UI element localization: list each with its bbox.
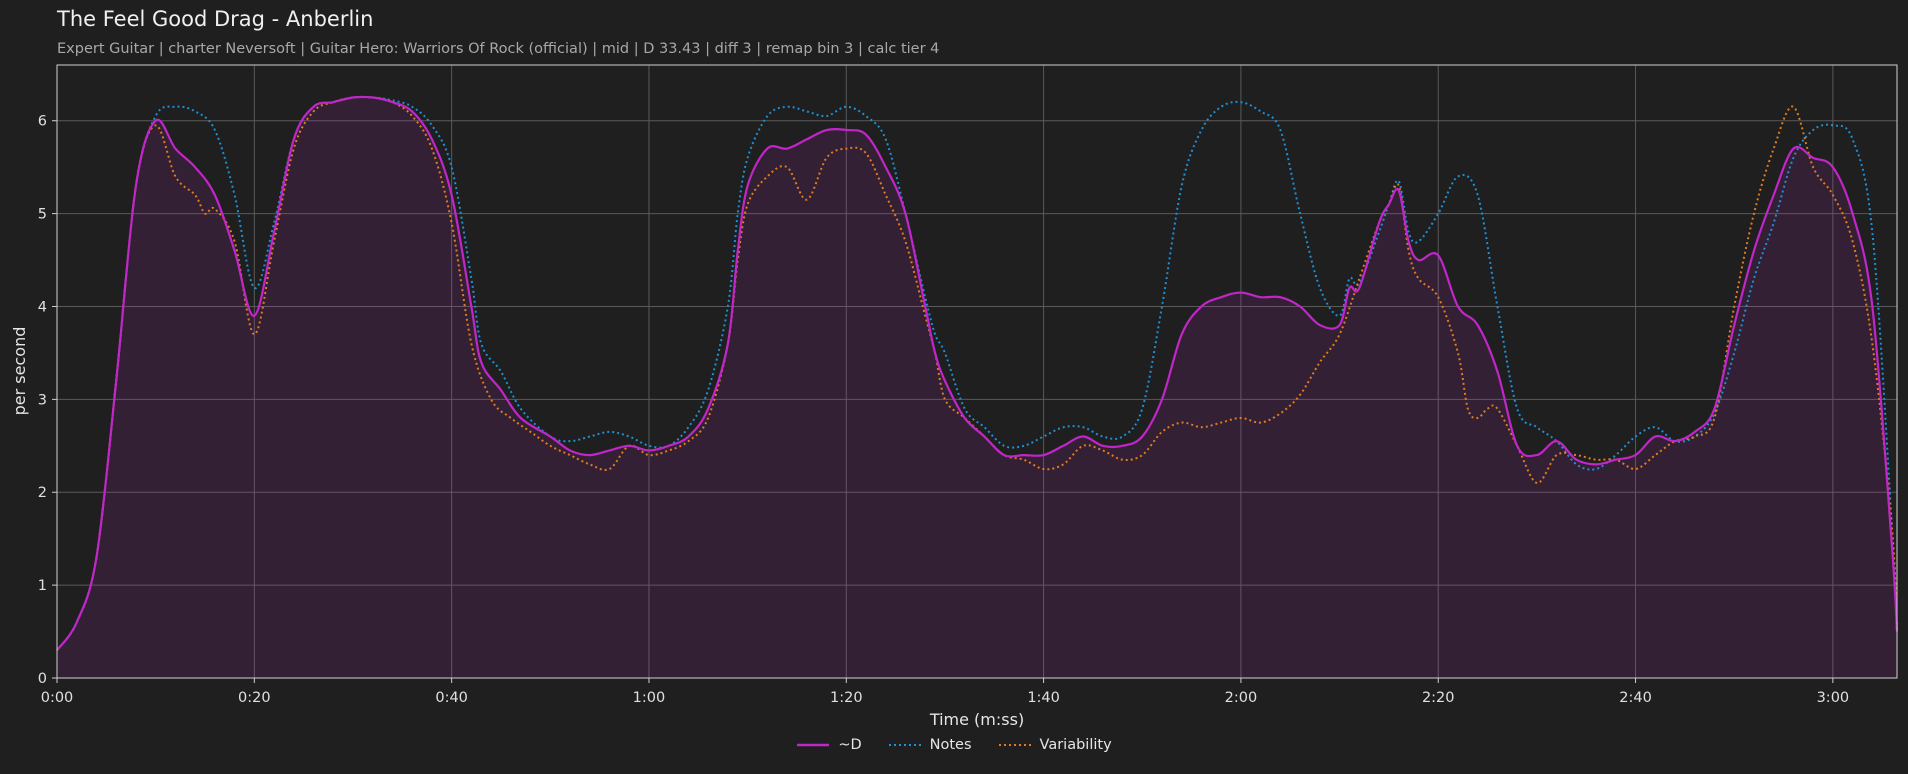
legend-swatch-variability	[998, 744, 1031, 746]
y-tick-label: 5	[38, 207, 47, 223]
y-tick-label: 6	[38, 114, 47, 130]
legend-label: Notes	[929, 737, 972, 753]
y-tick-label: 3	[38, 392, 47, 408]
x-tick-label: 1:40	[1027, 690, 1060, 706]
legend-item-variability: Variability	[998, 737, 1112, 753]
legend: ~D Notes Variability	[0, 737, 1908, 753]
x-tick-label: 0:00	[41, 690, 74, 706]
x-tick-label: 2:00	[1225, 690, 1258, 706]
legend-swatch-notes	[888, 744, 921, 746]
x-tick-label: 0:40	[435, 690, 468, 706]
legend-swatch-d	[797, 743, 830, 747]
x-tick-label: 2:20	[1422, 690, 1455, 706]
x-tick-label: 1:00	[633, 690, 666, 706]
x-axis-label: Time (m:ss)	[929, 710, 1024, 729]
y-tick-label: 2	[38, 485, 47, 501]
legend-item-d: ~D	[796, 737, 862, 753]
y-tick-label: 1	[38, 578, 47, 594]
y-axis-label: per second	[10, 327, 29, 416]
x-tick-label: 2:40	[1619, 690, 1652, 706]
x-tick-label: 3:00	[1817, 690, 1850, 706]
x-tick-label: 0:20	[238, 690, 271, 706]
chart-svg: 0:00 0:20 0:40 1:00 1:20 1:40 2:00 2:20 2:40 3:00…	[10, 64, 1899, 729]
y-tick-label: 4	[38, 299, 47, 315]
legend-label: Variability	[1039, 737, 1112, 753]
legend-item-notes: Notes	[888, 737, 972, 753]
y-tick-label: 0	[38, 671, 47, 687]
x-tick-label: 1:20	[830, 690, 863, 706]
legend-label: ~D	[838, 737, 862, 753]
